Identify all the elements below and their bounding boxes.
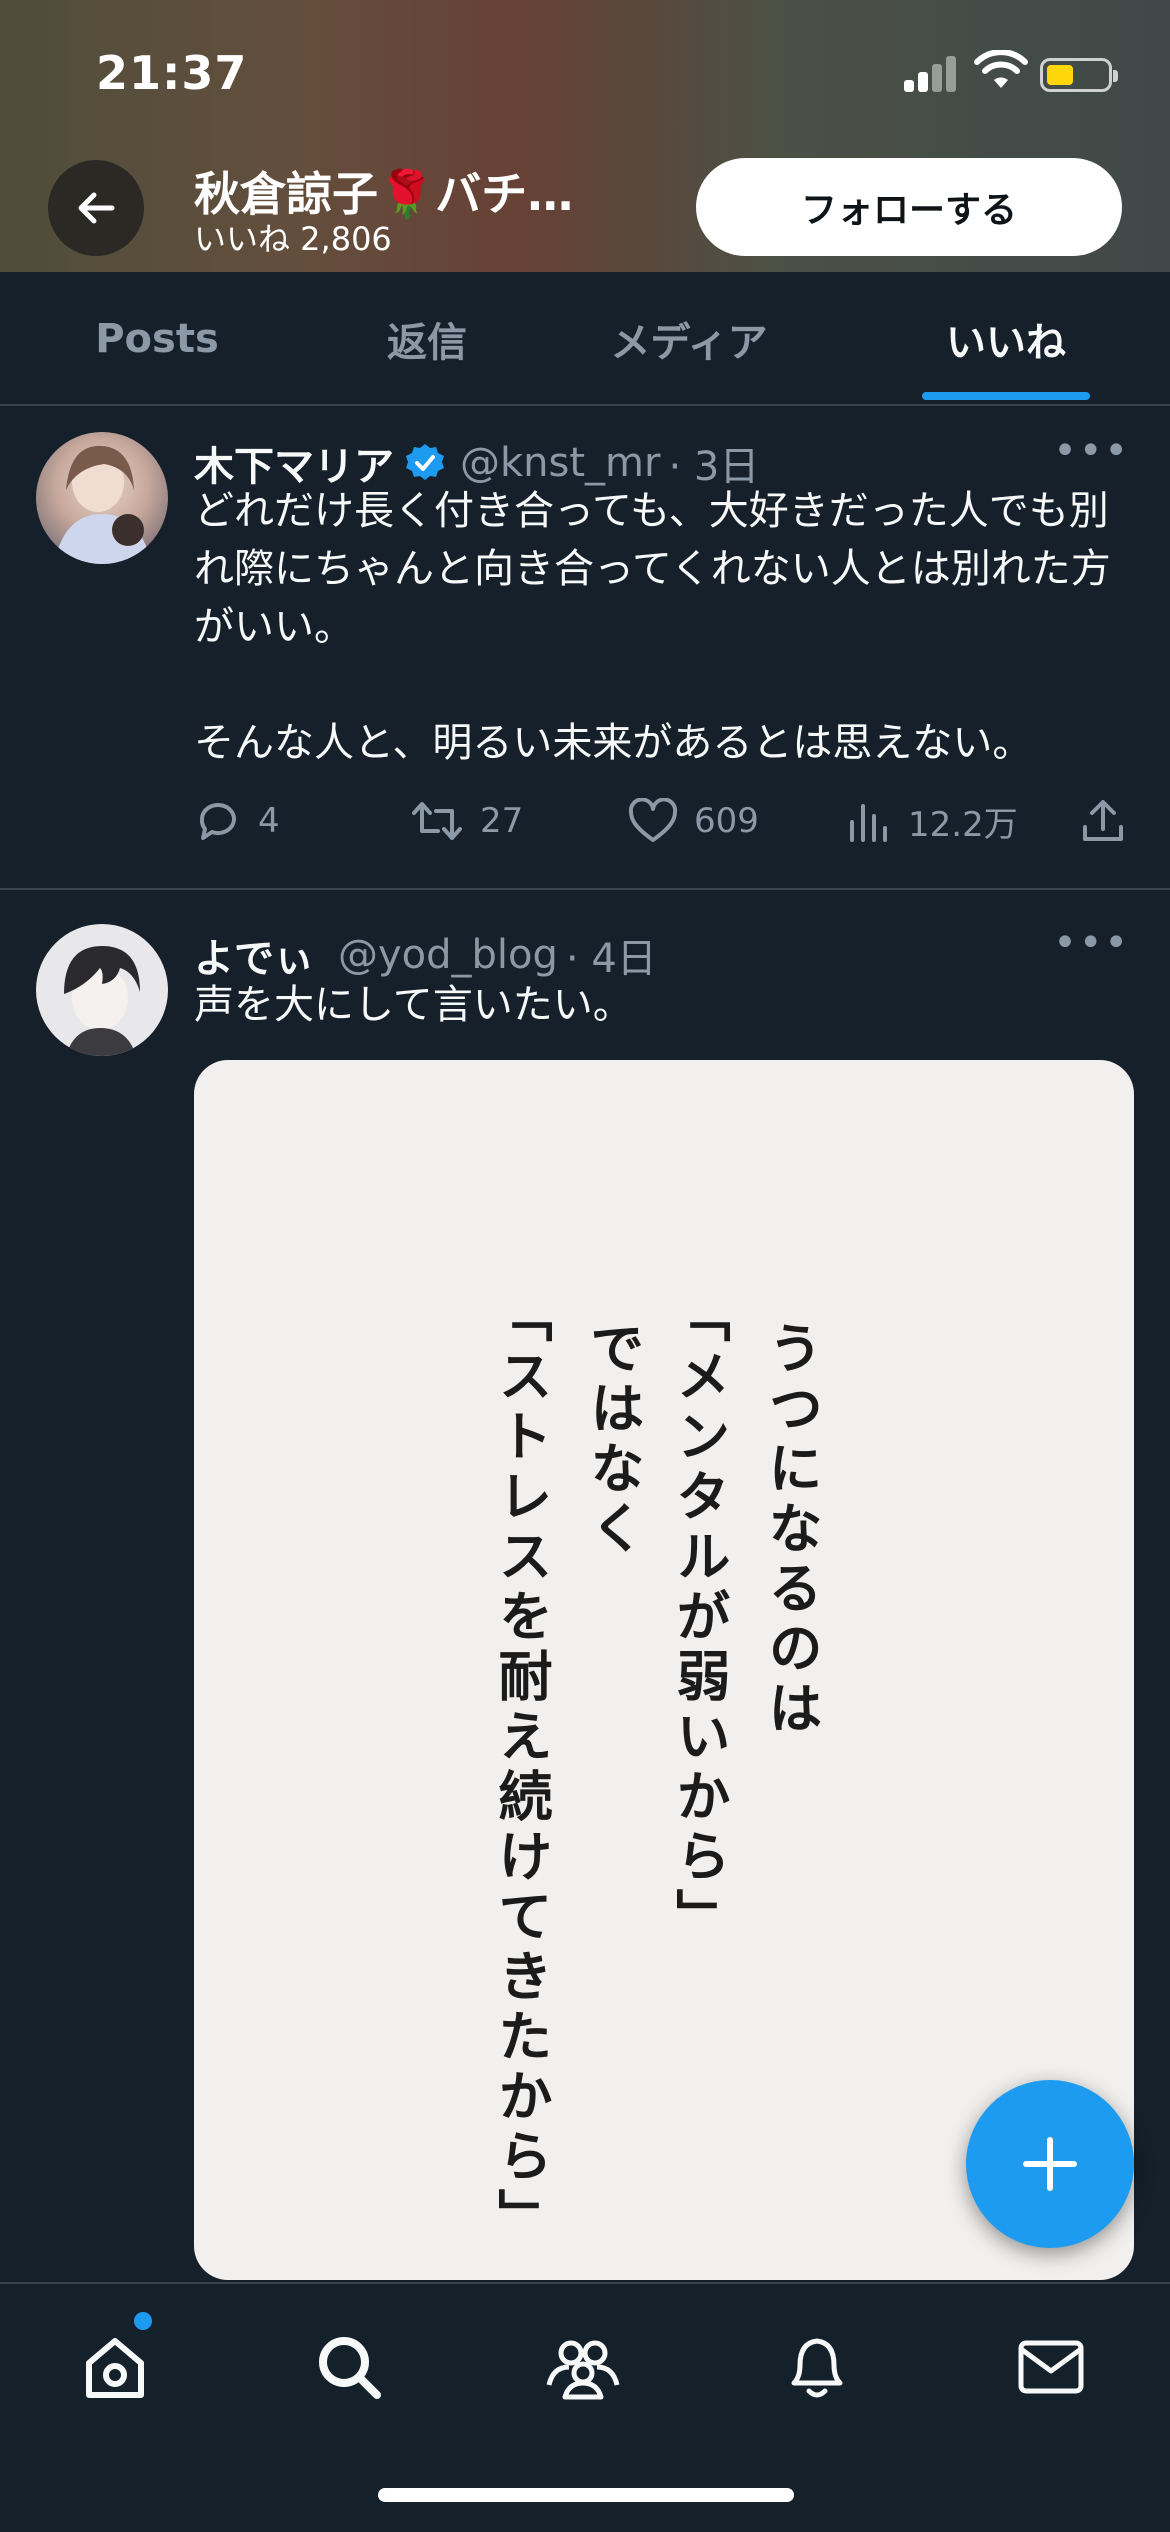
- reply-count: 4: [258, 801, 280, 841]
- likes-count: いいね 2,806: [194, 220, 392, 258]
- post-image[interactable]: うつになるのは 「メンタルが弱いから」 ではなく 「ストレスを耐え続けてきたから…: [194, 1060, 1134, 2280]
- tab-posts[interactable]: Posts: [40, 272, 274, 406]
- post-actions: 4 27 609 12.2万: [194, 786, 1144, 856]
- author-handle[interactable]: @yod_blog: [338, 932, 558, 978]
- repost-icon: [412, 802, 462, 840]
- view-count: 12.2万: [908, 804, 1018, 845]
- image-text-line: ではなく: [581, 1320, 645, 1560]
- post-text: 声を大にして言いたい。: [194, 982, 633, 1028]
- nav-notifications[interactable]: [772, 2322, 862, 2412]
- compose-button[interactable]: [966, 2080, 1134, 2248]
- profile-tabs: Posts 返信 メディア いいね: [0, 272, 1170, 406]
- reply-icon: [199, 803, 236, 840]
- status-time: 21:37: [96, 46, 248, 100]
- wifi-icon: [974, 50, 1028, 88]
- image-text-line: 「ストレスを耐え続けてきたから」: [489, 1288, 553, 2248]
- share-icon: [1083, 800, 1123, 841]
- active-tab-indicator: [922, 392, 1090, 400]
- notification-dot: [134, 2312, 152, 2330]
- reply-button[interactable]: 4: [194, 786, 280, 856]
- bell-icon: [791, 2338, 843, 2398]
- battery-icon: [1040, 58, 1118, 92]
- nav-search[interactable]: [304, 2322, 394, 2412]
- home-indicator: [378, 2488, 794, 2502]
- post-item[interactable]: 木下マリア @knst_mr · 3日 ••• どれだけ長く付き合っても、大好き…: [0, 406, 1170, 890]
- views-chart-icon: [850, 804, 887, 842]
- nav-home[interactable]: [70, 2322, 160, 2412]
- image-text-line: うつになるのは: [759, 1320, 823, 1740]
- avatar-illustration: [64, 946, 140, 1056]
- tab-media[interactable]: メディア: [574, 272, 804, 406]
- post-text: どれだけ長く付き合っても、大好きだった人でも別れ際にちゃんと向き合ってくれない人…: [194, 488, 1111, 766]
- tab-likes[interactable]: いいね: [898, 272, 1114, 406]
- avatar[interactable]: [36, 432, 168, 564]
- arrow-left-icon: [78, 192, 115, 224]
- follow-button[interactable]: フォローする: [696, 158, 1122, 256]
- search-icon: [319, 2337, 381, 2399]
- author-handle[interactable]: @knst_mr: [460, 440, 660, 486]
- tab-replies[interactable]: 返信: [314, 272, 540, 406]
- home-icon: [86, 2338, 144, 2398]
- image-text-line: 「メンタルが弱いから」: [667, 1288, 731, 1948]
- nav-messages[interactable]: [1006, 2322, 1096, 2412]
- like-button[interactable]: 609: [628, 786, 759, 856]
- avatar[interactable]: [36, 924, 168, 1056]
- repost-count: 27: [480, 801, 524, 841]
- repost-button[interactable]: 27: [410, 786, 523, 856]
- nav-communities[interactable]: [538, 2322, 628, 2412]
- status-bar: 21:37: [0, 0, 1170, 150]
- communities-icon: [546, 2340, 620, 2400]
- views-button[interactable]: 12.2万: [846, 786, 1018, 856]
- more-dots-icon[interactable]: •••: [1053, 428, 1130, 474]
- more-dots-icon[interactable]: •••: [1053, 920, 1130, 966]
- cellular-signal-icon: [904, 56, 960, 92]
- plus-icon: [1023, 2137, 1077, 2191]
- verified-badge-icon: [406, 444, 444, 480]
- like-count: 609: [694, 801, 759, 841]
- share-button[interactable]: [1080, 786, 1142, 856]
- back-button[interactable]: [48, 160, 144, 256]
- avatar-portrait: [54, 445, 152, 564]
- mail-icon: [1018, 2340, 1084, 2394]
- heart-icon: [628, 798, 678, 842]
